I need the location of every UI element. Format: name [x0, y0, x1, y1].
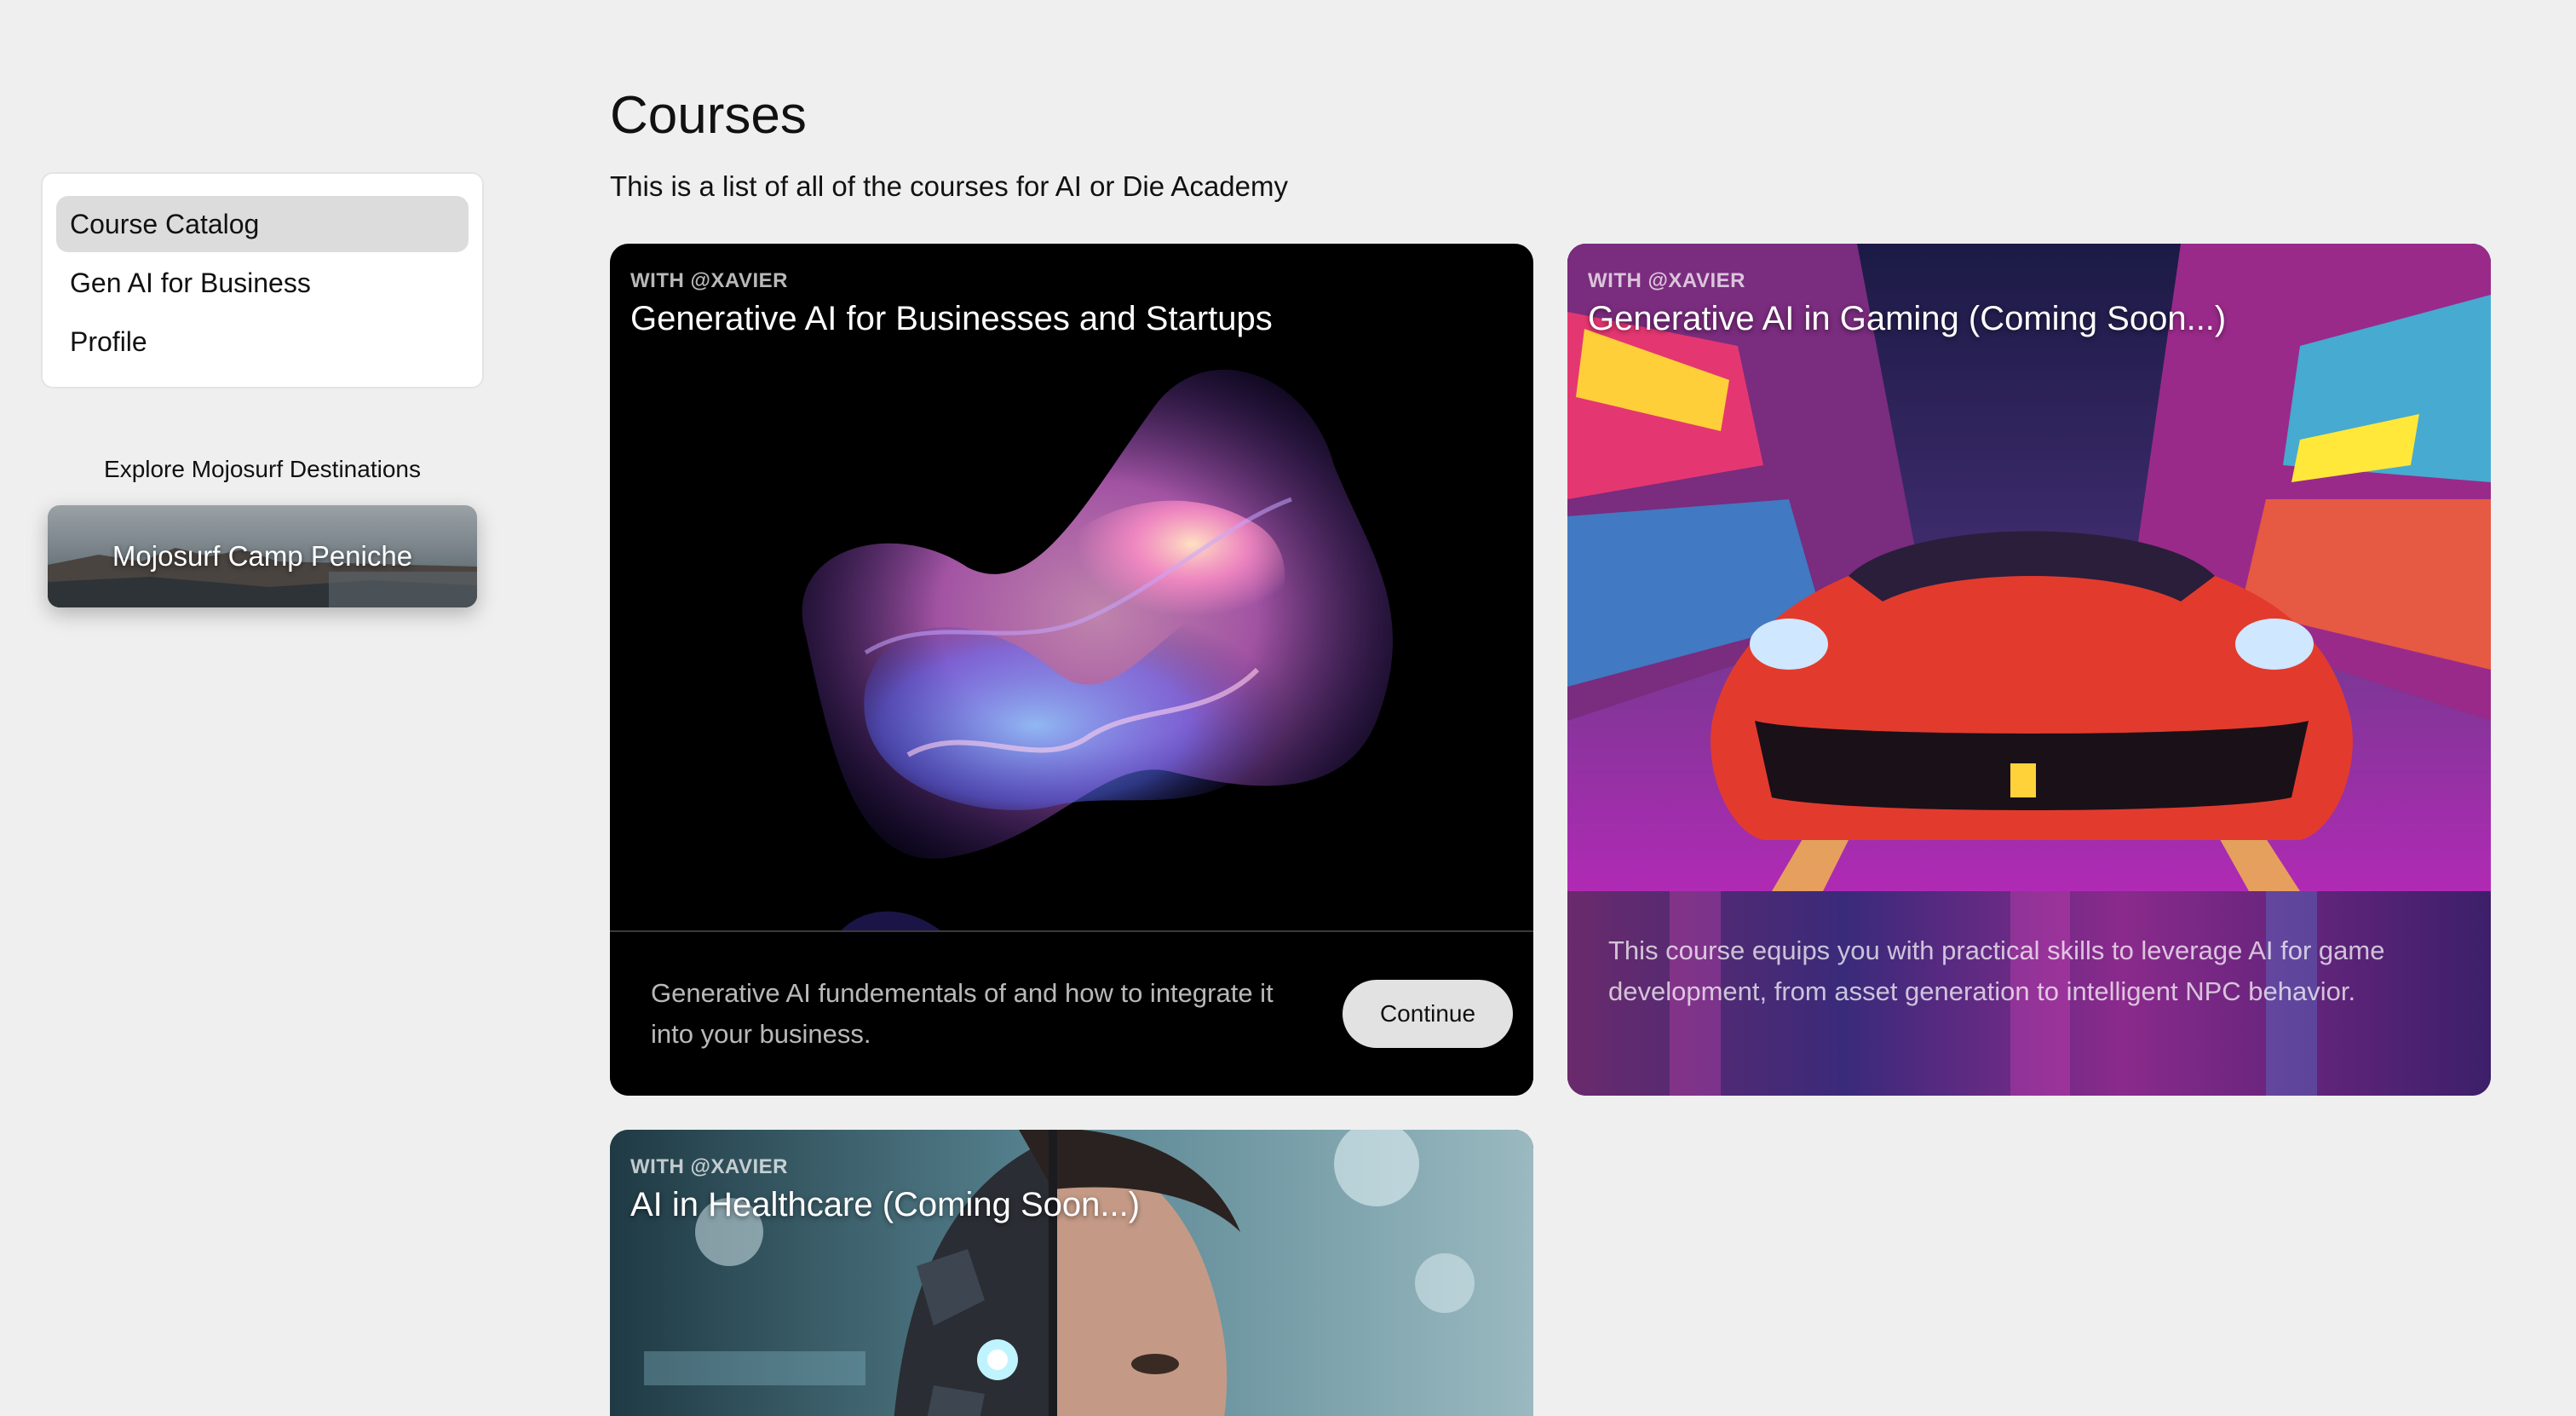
sidebar-nav: Course Catalog Gen AI for Business Profi… — [41, 172, 484, 389]
course-instructor: WITH @XAVIER — [630, 1155, 788, 1178]
course-card-header: WITH @XAVIER AI in Healthcare (Coming So… — [630, 1155, 1513, 1224]
course-card-footer: Generative AI fundementals of and how to… — [610, 930, 1533, 1096]
course-instructor: WITH @XAVIER — [630, 269, 788, 292]
page-subtitle: This is a list of all of the courses for… — [610, 170, 1288, 202]
course-description: This course equips you with practical sk… — [1608, 935, 2385, 1006]
course-instructor: WITH @XAVIER — [1588, 269, 1745, 292]
continue-button[interactable]: Continue — [1343, 980, 1513, 1048]
course-title: Generative AI for Businesses and Startup… — [630, 300, 1273, 337]
page-title: Courses — [610, 86, 807, 145]
sidebar-item-course-catalog[interactable]: Course Catalog — [56, 196, 469, 252]
course-description: Generative AI fundementals of and how to… — [651, 978, 1274, 1049]
course-card-gaming[interactable]: WITH @XAVIER Generative AI in Gaming (Co… — [1567, 244, 2491, 1096]
course-card-header: WITH @XAVIER Generative AI in Gaming (Co… — [1588, 269, 2470, 338]
course-card-business[interactable]: WITH @XAVIER Generative AI for Businesse… — [610, 244, 1533, 1096]
course-card-healthcare[interactable]: WITH @XAVIER AI in Healthcare (Coming So… — [610, 1130, 1533, 1416]
explore-destinations-label: Explore Mojosurf Destinations — [104, 456, 421, 482]
destination-card-peniche[interactable]: Mojosurf Camp Peniche — [48, 505, 477, 607]
sidebar-item-profile[interactable]: Profile — [56, 314, 469, 370]
sidebar-item-gen-ai-for-business[interactable]: Gen AI for Business — [56, 255, 469, 311]
course-title: AI in Healthcare (Coming Soon...) — [630, 1186, 1141, 1223]
course-card-header: WITH @XAVIER Generative AI for Businesse… — [630, 269, 1513, 338]
destination-title: Mojosurf Camp Peniche — [112, 540, 413, 572]
course-title: Generative AI in Gaming (Coming Soon...) — [1588, 300, 2227, 337]
